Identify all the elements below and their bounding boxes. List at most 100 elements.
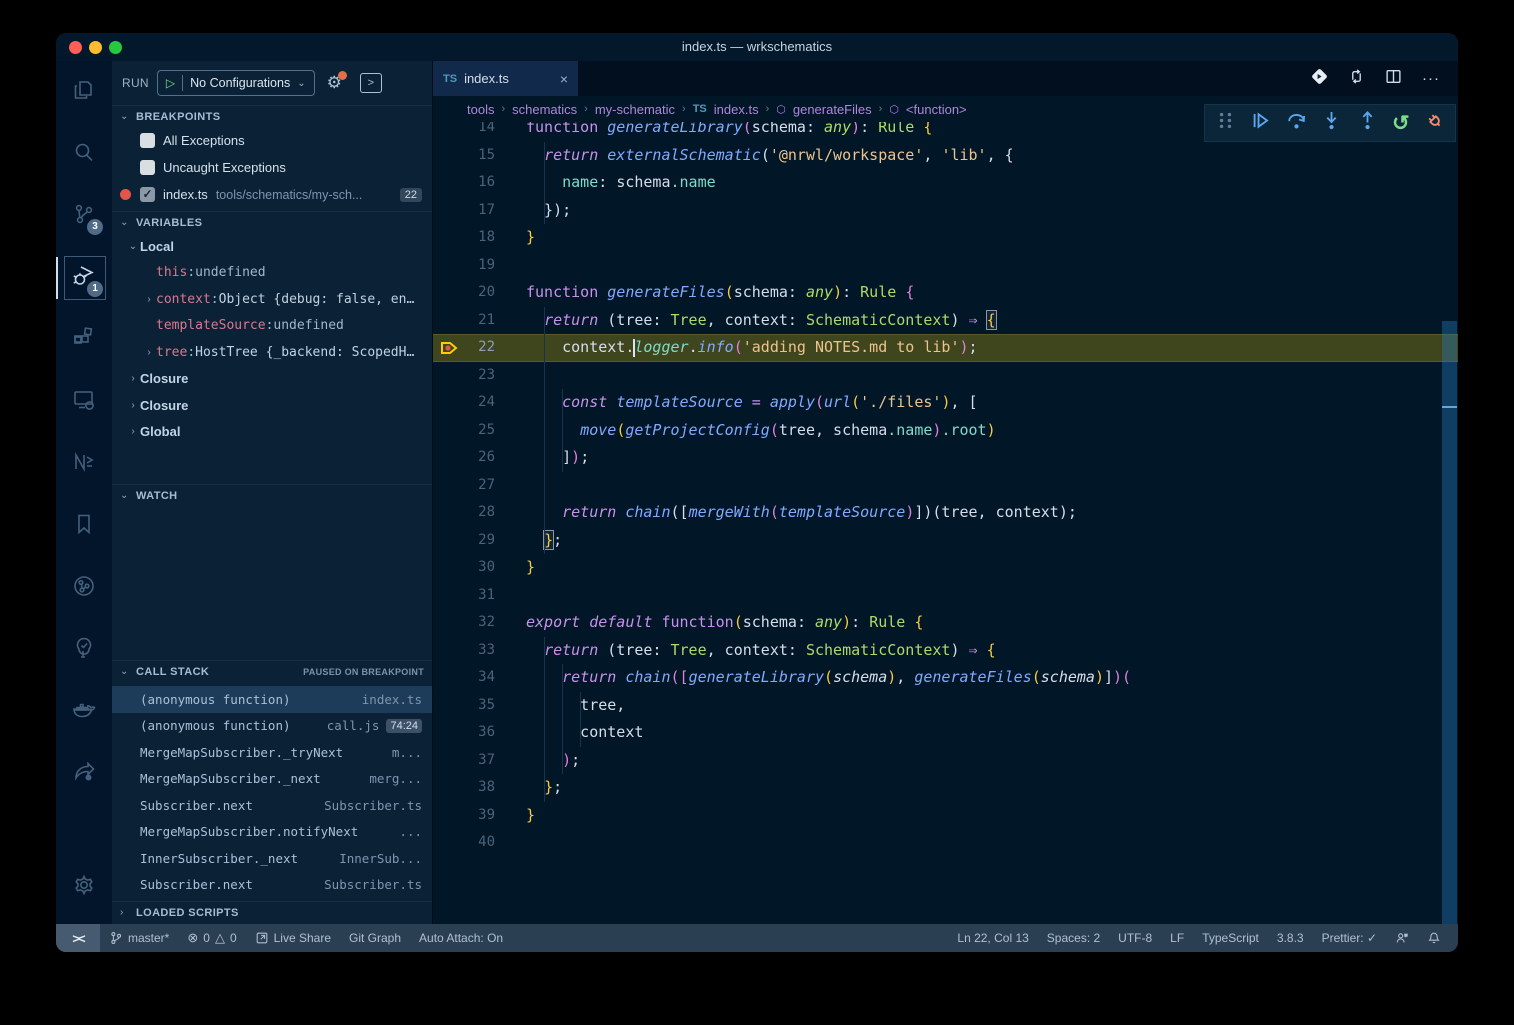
code-line[interactable]: 38 }; xyxy=(433,774,1458,802)
code-line[interactable]: 32export default function(schema: any): … xyxy=(433,609,1458,637)
debug-settings-button[interactable]: ⚙ xyxy=(327,73,342,93)
call-stack-frame[interactable]: MergeMapSubscriber._tryNextm... xyxy=(112,739,432,766)
variable-scope-row[interactable]: ›Closure xyxy=(126,366,432,393)
breakpoint-checkbox[interactable] xyxy=(140,160,155,175)
code-line[interactable]: 18} xyxy=(433,224,1458,252)
status-problems[interactable]: ⊗0△0 xyxy=(178,924,245,952)
code-line[interactable]: 20function generateFiles(schema: any): R… xyxy=(433,279,1458,307)
scrollbar-thumb[interactable] xyxy=(1442,321,1457,924)
variable-row[interactable]: this: undefined xyxy=(142,260,432,287)
variable-row[interactable]: ›context: Object {debug: false, en… xyxy=(142,286,432,313)
code-line[interactable]: 30} xyxy=(433,554,1458,582)
code-line[interactable]: 33 return (tree: Tree, context: Schemati… xyxy=(433,637,1458,665)
more-actions-icon[interactable]: ··· xyxy=(1422,70,1440,87)
code-line[interactable]: 21 return (tree: Tree, context: Schemati… xyxy=(433,307,1458,335)
code-line[interactable]: 23 xyxy=(433,362,1458,390)
variable-scope-row[interactable]: ›Global xyxy=(126,419,432,446)
activity-bar-item-source-control[interactable]: 3 xyxy=(56,185,112,247)
status-ts-version[interactable]: 3.8.3 xyxy=(1268,924,1313,952)
activity-bar-item-run-and-debug[interactable]: 1 xyxy=(56,247,112,309)
status-eol[interactable]: LF xyxy=(1161,924,1193,952)
disconnect-button[interactable] xyxy=(1424,110,1445,136)
breadcrumb-item[interactable]: my-schematic xyxy=(595,102,675,117)
variable-row[interactable]: templateSource: undefined xyxy=(142,313,432,340)
code-line[interactable]: 35 tree, xyxy=(433,692,1458,720)
code-line[interactable]: 25 move(getProjectConfig(tree, schema.na… xyxy=(433,417,1458,445)
breakpoint-row[interactable]: ✓index.tstools/schematics/my-sch...22 xyxy=(112,181,432,208)
activity-bar-item-docker[interactable] xyxy=(56,681,112,743)
activity-bar-item-explorer[interactable] xyxy=(56,61,112,123)
close-tab-icon[interactable]: × xyxy=(560,71,568,87)
code-line[interactable]: 17 }); xyxy=(433,197,1458,225)
breakpoints-section-header[interactable]: ⌄BREAKPOINTS xyxy=(112,105,432,127)
breadcrumb-item[interactable]: tools xyxy=(467,102,494,117)
code-line[interactable]: 40 xyxy=(433,829,1458,857)
tab-index-ts[interactable]: TS index.ts × xyxy=(433,61,578,96)
breakpoint-row[interactable]: All Exceptions xyxy=(112,127,432,154)
status-cursor-position[interactable]: Ln 22, Col 13 xyxy=(948,924,1037,952)
step-over-button[interactable] xyxy=(1286,110,1307,136)
activity-bar-item-test-explorer[interactable] xyxy=(56,619,112,681)
code-line[interactable]: 37 ); xyxy=(433,747,1458,775)
status-prettier[interactable]: Prettier: ✓ xyxy=(1313,924,1386,952)
status-git-graph[interactable]: Git Graph xyxy=(340,924,410,952)
code-line[interactable]: 22 context.logger.info('adding NOTES.md … xyxy=(433,334,1458,362)
status-live-share[interactable]: Live Share xyxy=(246,924,340,952)
loaded-scripts-section-header[interactable]: ›LOADED SCRIPTS xyxy=(112,901,432,923)
status-language-mode[interactable]: TypeScript xyxy=(1193,924,1268,952)
call-stack-frame[interactable]: (anonymous function)call.js74:24 xyxy=(112,713,432,740)
code-line[interactable]: 19 xyxy=(433,252,1458,280)
status-auto-attach[interactable]: Auto Attach: On xyxy=(410,924,512,952)
code-line[interactable]: 24 const templateSource = apply(url('./f… xyxy=(433,389,1458,417)
variable-scope-row[interactable]: ›Closure xyxy=(126,392,432,419)
start-debug-icon[interactable]: ▷ xyxy=(166,76,175,90)
status-encoding[interactable]: UTF-8 xyxy=(1109,924,1161,952)
variables-section-header[interactable]: ⌄VARIABLES xyxy=(112,211,432,233)
code-line[interactable]: 36 context xyxy=(433,719,1458,747)
breadcrumb-item[interactable]: schematics xyxy=(512,102,577,117)
call-stack-frame[interactable]: MergeMapSubscriber._nextmerg... xyxy=(112,766,432,793)
title-bar[interactable]: index.ts — wrkschematics xyxy=(56,33,1458,61)
call-stack-section-header[interactable]: ⌄CALL STACKPAUSED ON BREAKPOINT xyxy=(112,660,432,682)
call-stack-frame[interactable]: Subscriber.nextSubscriber.ts xyxy=(112,792,432,819)
breadcrumb-item[interactable]: index.ts xyxy=(714,102,759,117)
activity-bar-item-git-graph[interactable] xyxy=(56,557,112,619)
activity-bar-item-settings[interactable] xyxy=(56,856,112,918)
breadcrumb-item[interactable]: <function> xyxy=(906,102,967,117)
activity-bar-item-extensions[interactable] xyxy=(56,309,112,371)
code-viewport[interactable]: 14function generateLibrary(schema: any):… xyxy=(433,96,1458,924)
variable-row[interactable]: ›tree: HostTree {_backend: ScopedH… xyxy=(142,339,432,366)
code-line[interactable]: 16 name: schema.name xyxy=(433,169,1458,197)
status-feedback[interactable] xyxy=(1386,924,1418,952)
breakpoint-checkbox[interactable]: ✓ xyxy=(140,187,155,202)
code-line[interactable]: 27 xyxy=(433,472,1458,500)
code-line[interactable]: 26 ]); xyxy=(433,444,1458,472)
debug-console-button[interactable]: > xyxy=(360,73,382,93)
step-into-button[interactable] xyxy=(1321,110,1342,136)
activity-bar-item-live-share[interactable] xyxy=(56,743,112,805)
activity-bar-item-bookmarks[interactable] xyxy=(56,495,112,557)
debug-config-dropdown[interactable]: ▷ No Configurations ⌄ xyxy=(157,70,315,96)
call-stack-frame[interactable]: Subscriber.nextSubscriber.ts xyxy=(112,872,432,899)
activity-bar-item-nx-console[interactable] xyxy=(56,433,112,495)
code-line[interactable]: 28 return chain([mergeWith(templateSourc… xyxy=(433,499,1458,527)
remote-indicator[interactable]: >< xyxy=(56,924,100,952)
status-indentation[interactable]: Spaces: 2 xyxy=(1038,924,1109,952)
step-out-button[interactable] xyxy=(1357,110,1378,136)
status-branch[interactable]: master* xyxy=(100,924,178,952)
breakpoint-checkbox[interactable] xyxy=(140,133,155,148)
call-stack-frame[interactable]: InnerSubscriber._nextInnerSub... xyxy=(112,845,432,872)
variable-scope-row[interactable]: ⌄Local xyxy=(126,233,432,260)
restart-button[interactable]: ↺ xyxy=(1392,113,1410,134)
editor-scrollbar[interactable] xyxy=(1441,96,1458,924)
open-changes-icon[interactable] xyxy=(1311,68,1328,90)
split-editor-icon[interactable] xyxy=(1385,68,1402,90)
breakpoint-row[interactable]: Uncaught Exceptions xyxy=(112,154,432,181)
continue-button[interactable] xyxy=(1250,110,1271,136)
activity-bar-item-remote-explorer[interactable] xyxy=(56,371,112,433)
toolbar-drag-grip[interactable] xyxy=(1215,110,1236,136)
status-notifications[interactable] xyxy=(1418,924,1450,952)
activity-bar-item-search[interactable] xyxy=(56,123,112,185)
call-stack-frame[interactable]: MergeMapSubscriber.notifyNext... xyxy=(112,819,432,846)
code-line[interactable]: 15 return externalSchematic('@nrwl/works… xyxy=(433,142,1458,170)
